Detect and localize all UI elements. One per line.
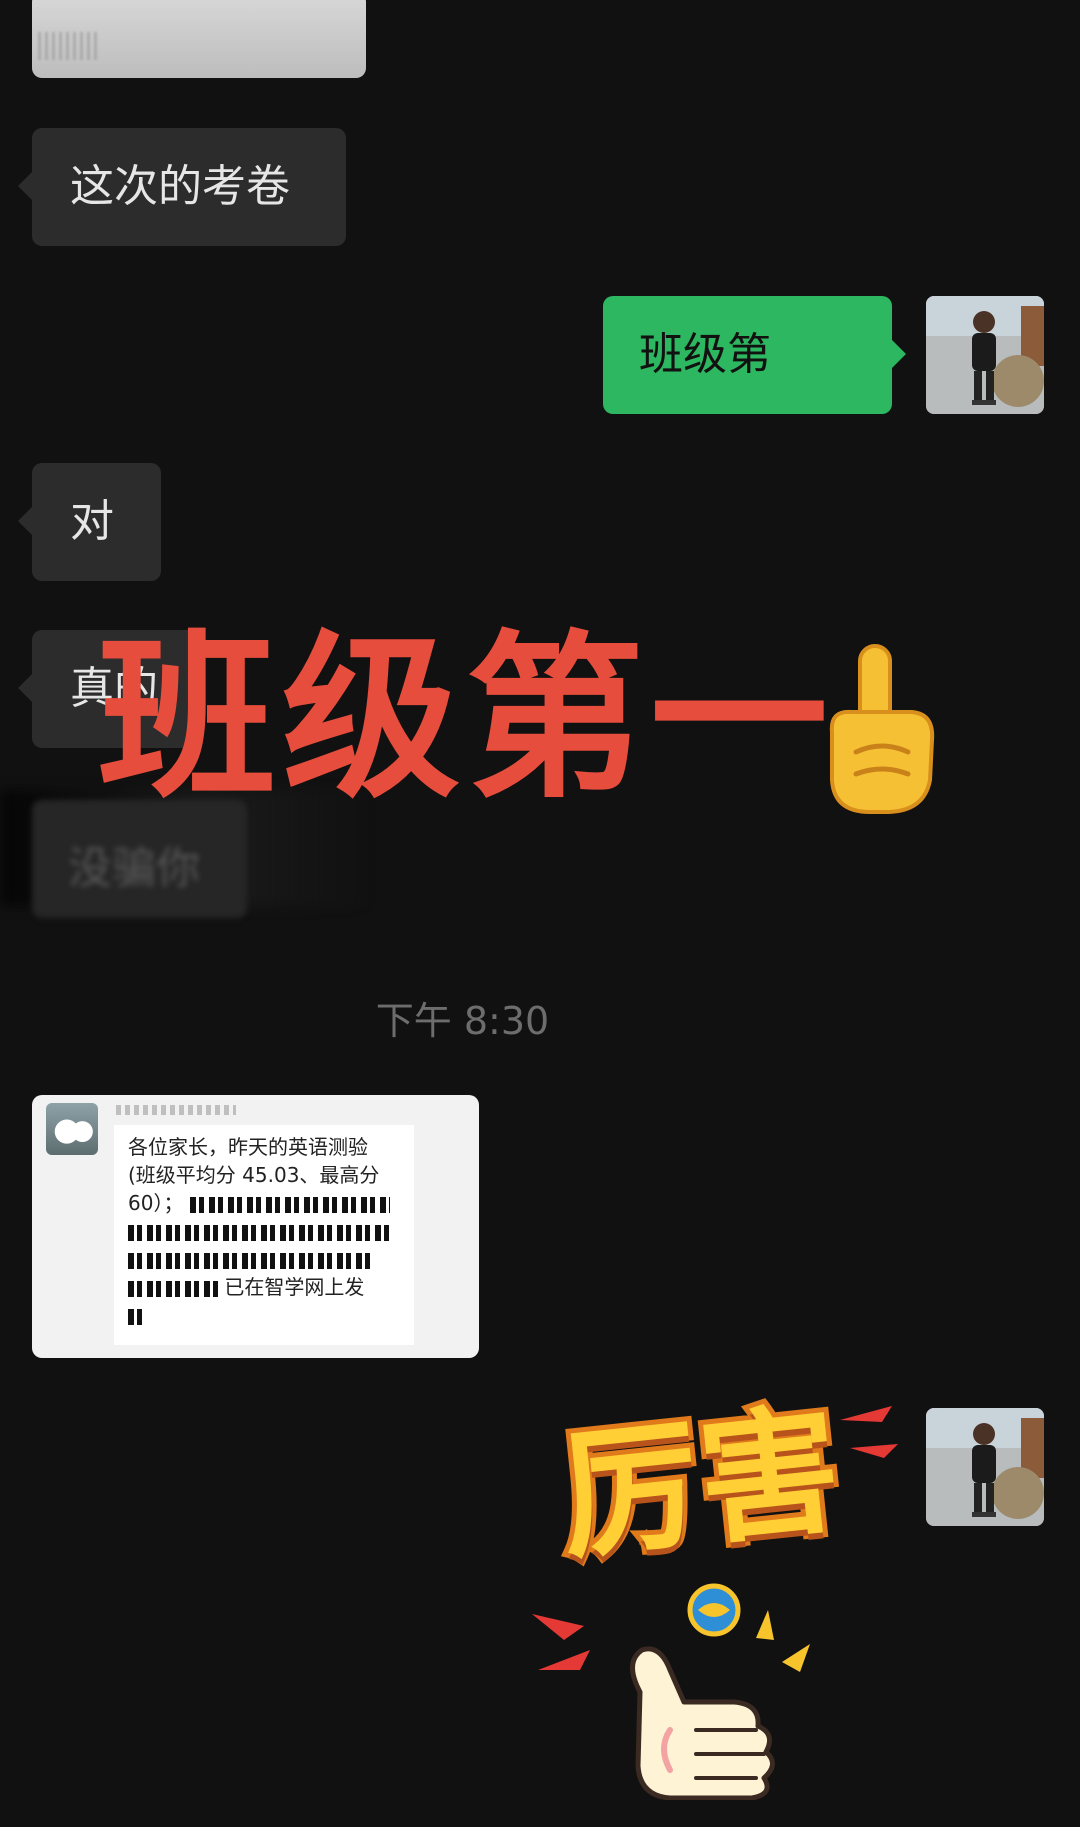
card-line: 各位家长，昨天的英语测验 — [128, 1135, 368, 1159]
image-content — [38, 32, 98, 60]
card-line: (班级平均分 45.03、最高分 — [128, 1163, 380, 1187]
redacted-text — [128, 1280, 218, 1297]
image-message-top[interactable] — [32, 0, 366, 78]
boy-photo-icon — [926, 1408, 1044, 1526]
user-avatar[interactable] — [926, 1408, 1044, 1526]
message-text: 这次的考卷 — [70, 161, 290, 212]
redacted-text — [128, 1224, 393, 1241]
card-line — [128, 1217, 400, 1245]
redacted-text — [189, 1196, 390, 1213]
overlay-caption: 班级第一 — [98, 630, 834, 808]
card-line — [128, 1301, 400, 1329]
card-line-text: 60）； — [128, 1191, 184, 1215]
message-text: 对 — [70, 496, 114, 547]
message-received[interactable]: 这次的考卷 — [18, 128, 346, 246]
overlay-caption-text: 班级第一 — [98, 615, 834, 822]
card-line-text: 已在智学网上发 — [224, 1275, 365, 1299]
forwarded-message-card[interactable]: 各位家长，昨天的英语测验 (班级平均分 45.03、最高分 60）； 已在智学网… — [32, 1095, 479, 1358]
boy-photo-icon — [926, 296, 1044, 414]
message-text: 没骗你 — [68, 843, 200, 894]
pointing-up-emoji-icon — [812, 640, 942, 824]
redacted-text — [128, 1308, 144, 1325]
sticker-caption: 厉害 — [547, 1384, 853, 1585]
timestamp: 下午 8:30 — [375, 999, 550, 1043]
card-line — [128, 1245, 400, 1273]
message-sent[interactable]: 班级第一？ — [603, 296, 906, 498]
card-line: 已在智学网上发 — [128, 1273, 400, 1301]
redacted-text — [128, 1252, 373, 1269]
user-avatar[interactable] — [926, 296, 1044, 414]
sticker-message[interactable]: 厉害 — [520, 1384, 900, 1800]
redacted-sender-name — [116, 1105, 236, 1115]
card-line: 60）； — [128, 1189, 400, 1217]
dog-avatar-icon — [46, 1103, 98, 1155]
message-received[interactable]: 对 — [18, 463, 161, 581]
card-message-body: 各位家长，昨天的英语测验 (班级平均分 45.03、最高分 60）； 已在智学网… — [114, 1125, 414, 1345]
message-text: 班级第一？ — [639, 329, 771, 498]
